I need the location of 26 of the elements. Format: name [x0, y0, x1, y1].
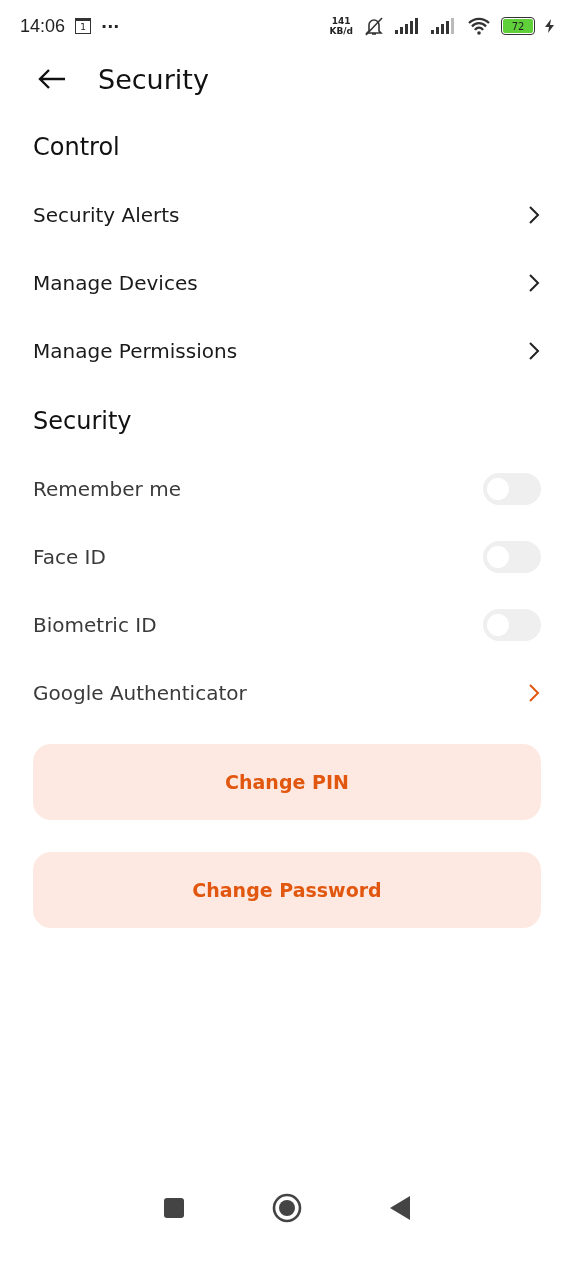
- more-icon: ···: [101, 16, 120, 36]
- setting-label[interactable]: Manage Permissions: [33, 339, 238, 363]
- setting-label[interactable]: Google Authenticator: [33, 681, 247, 705]
- recents-icon[interactable]: [163, 1197, 186, 1219]
- chevron-icon[interactable]: [527, 273, 541, 293]
- network-speed: 141 KB/d: [329, 16, 353, 36]
- wifi-icon: [467, 17, 491, 35]
- signal-icon: [395, 18, 421, 34]
- setting-label: Remember me: [33, 477, 181, 501]
- section-title: Security: [33, 406, 133, 437]
- chevron-icon[interactable]: [527, 205, 541, 225]
- clock: 14:06: [20, 15, 66, 37]
- back-nav-icon[interactable]: [388, 1195, 411, 1221]
- back-icon[interactable]: [38, 69, 66, 89]
- battery-icon: 72: [501, 17, 535, 35]
- setting-label: Face ID: [33, 545, 106, 569]
- mute-icon: [363, 16, 385, 36]
- setting-label[interactable]: Manage Devices: [33, 271, 198, 295]
- home-icon[interactable]: [272, 1193, 302, 1223]
- calendar-icon: 1: [75, 18, 92, 34]
- signal-icon: [431, 18, 457, 34]
- setting-label[interactable]: Security Alerts: [33, 203, 180, 227]
- chevron-icon[interactable]: [527, 341, 541, 361]
- page-title: Security: [98, 63, 209, 95]
- section-title: Control: [33, 132, 121, 163]
- setting-label: Biometric ID: [33, 613, 157, 637]
